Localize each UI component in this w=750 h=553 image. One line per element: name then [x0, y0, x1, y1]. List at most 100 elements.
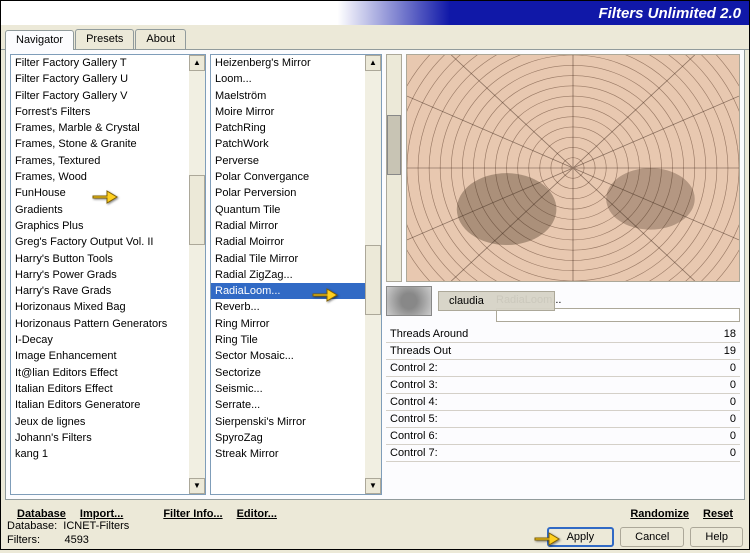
watermark: claudia: [386, 286, 555, 316]
category-item[interactable]: Filter Factory Gallery V: [11, 88, 189, 104]
filter-item[interactable]: Sierpenski's Mirror: [211, 414, 365, 430]
category-item[interactable]: Italian Editors Effect: [11, 381, 189, 397]
filter-item[interactable]: Quantum Tile: [211, 202, 365, 218]
filter-item[interactable]: Ring Tile: [211, 332, 365, 348]
tab-strip: Navigator Presets About: [1, 29, 749, 50]
filter-scrollbar[interactable]: ▲ ▼: [365, 55, 381, 494]
filter-item[interactable]: Streak Mirror: [211, 446, 365, 462]
param-row[interactable]: Threads Around 18: [386, 326, 740, 343]
filter-item[interactable]: Seismic...: [211, 381, 365, 397]
apply-button[interactable]: Apply: [547, 527, 615, 547]
filter-item[interactable]: Maelström: [211, 88, 365, 104]
param-label: Threads Around: [390, 328, 468, 340]
category-item[interactable]: Johann's Filters: [11, 430, 189, 446]
status-db-label: Database:: [7, 520, 57, 532]
param-row[interactable]: Control 2: 0: [386, 360, 740, 377]
filter-item[interactable]: Radial Moirror: [211, 234, 365, 250]
filter-item[interactable]: PatchWork: [211, 136, 365, 152]
filter-list: Heizenberg's MirrorLoom...MaelströmMoire…: [210, 54, 382, 495]
param-label: Control 3:: [390, 379, 438, 391]
main-content: Filter Factory Gallery TFilter Factory G…: [5, 50, 745, 500]
filter-item[interactable]: RadiaLoom...: [211, 283, 365, 299]
filter-item[interactable]: Sector Mosaic...: [211, 348, 365, 364]
param-row[interactable]: Control 6: 0: [386, 428, 740, 445]
category-item[interactable]: Filter Factory Gallery U: [11, 71, 189, 87]
category-item[interactable]: Harry's Button Tools: [11, 251, 189, 267]
category-item[interactable]: Frames, Stone & Granite: [11, 136, 189, 152]
status-filters-value: 4593: [64, 534, 88, 546]
category-item[interactable]: It@lian Editors Effect: [11, 365, 189, 381]
tab-navigator[interactable]: Navigator: [5, 30, 74, 50]
cancel-button[interactable]: Cancel: [620, 527, 684, 547]
category-item[interactable]: Italian Editors Generatore: [11, 397, 189, 413]
category-item[interactable]: Horizonaus Pattern Generators: [11, 316, 189, 332]
watermark-text: claudia: [438, 291, 555, 311]
category-item[interactable]: FunHouse: [11, 185, 189, 201]
parameter-list: Threads Around 18 Threads Out19 Control 2: 0…: [386, 326, 740, 462]
tab-about[interactable]: About: [135, 29, 186, 49]
scroll-thumb[interactable]: [189, 175, 205, 245]
category-item[interactable]: Image Enhancement: [11, 348, 189, 364]
filter-item[interactable]: Radial Tile Mirror: [211, 251, 365, 267]
param-row[interactable]: Control 5: 0: [386, 411, 740, 428]
category-item[interactable]: Harry's Power Grads: [11, 267, 189, 283]
filter-item[interactable]: Ring Mirror: [211, 316, 365, 332]
category-scrollbar[interactable]: ▲ ▼: [189, 55, 205, 494]
param-label: Control 2:: [390, 362, 438, 374]
scroll-up-icon[interactable]: ▲: [365, 55, 381, 71]
category-item[interactable]: Harry's Rave Grads: [11, 283, 189, 299]
filter-item[interactable]: Heizenberg's Mirror: [211, 55, 365, 71]
scroll-down-icon[interactable]: ▼: [365, 478, 381, 494]
param-row[interactable]: Control 3: 0: [386, 377, 740, 394]
filter-item[interactable]: SpyroZag: [211, 430, 365, 446]
right-pane: claudia RadiaLoom... Threads Around18Thr…: [386, 54, 740, 495]
status-db-value: ICNET-Filters: [63, 520, 129, 532]
filter-item[interactable]: Reverb...: [211, 299, 365, 315]
category-item[interactable]: Graphics Plus: [11, 218, 189, 234]
param-label: Control 5:: [390, 413, 438, 425]
category-item[interactable]: Frames, Textured: [11, 153, 189, 169]
scroll-down-icon[interactable]: ▼: [189, 478, 205, 494]
tab-presets[interactable]: Presets: [75, 29, 134, 49]
param-value: 0: [730, 362, 736, 374]
category-item[interactable]: Horizonaus Mixed Bag: [11, 299, 189, 315]
category-item[interactable]: Filter Factory Gallery T: [11, 55, 189, 71]
filter-item[interactable]: PatchRing: [211, 120, 365, 136]
filter-item[interactable]: Sectorize: [211, 365, 365, 381]
category-item[interactable]: kang 1: [11, 446, 189, 462]
filter-item[interactable]: Perverse: [211, 153, 365, 169]
param-row[interactable]: Control 4:0: [386, 394, 740, 411]
param-value: 0: [730, 379, 736, 391]
filter-item[interactable]: Moire Mirror: [211, 104, 365, 120]
preview-image: [406, 54, 740, 282]
status-filters-label: Filters:: [7, 534, 40, 546]
category-item[interactable]: Frames, Wood: [11, 169, 189, 185]
category-item[interactable]: Gradients: [11, 202, 189, 218]
param-label: Control 4:: [390, 396, 438, 408]
preview-slider[interactable]: [386, 54, 402, 282]
filter-item[interactable]: Radial ZigZag...: [211, 267, 365, 283]
filter-item[interactable]: Serrate...: [211, 397, 365, 413]
param-value: 0: [730, 430, 736, 442]
category-item[interactable]: Frames, Marble & Crystal: [11, 120, 189, 136]
category-item[interactable]: I-Decay: [11, 332, 189, 348]
category-item[interactable]: Greg's Factory Output Vol. II: [11, 234, 189, 250]
param-label: Threads Out: [390, 345, 451, 357]
category-item[interactable]: Forrest's Filters: [11, 104, 189, 120]
param-value: 0: [730, 413, 736, 425]
category-item[interactable]: Jeux de lignes: [11, 414, 189, 430]
param-row[interactable]: Threads Out19: [386, 343, 740, 360]
param-value: 18: [724, 328, 736, 340]
scroll-up-icon[interactable]: ▲: [189, 55, 205, 71]
filter-item[interactable]: Polar Convergance: [211, 169, 365, 185]
slider-thumb[interactable]: [387, 115, 401, 175]
param-label: Control 7:: [390, 447, 438, 459]
filter-item[interactable]: Polar Perversion: [211, 185, 365, 201]
filter-item[interactable]: Loom...: [211, 71, 365, 87]
watermark-logo-icon: [386, 286, 432, 316]
help-button[interactable]: Help: [690, 527, 743, 547]
filter-item[interactable]: Radial Mirror: [211, 218, 365, 234]
param-row[interactable]: Control 7:0: [386, 445, 740, 462]
param-label: Control 6:: [390, 430, 438, 442]
scroll-thumb[interactable]: [365, 245, 381, 315]
